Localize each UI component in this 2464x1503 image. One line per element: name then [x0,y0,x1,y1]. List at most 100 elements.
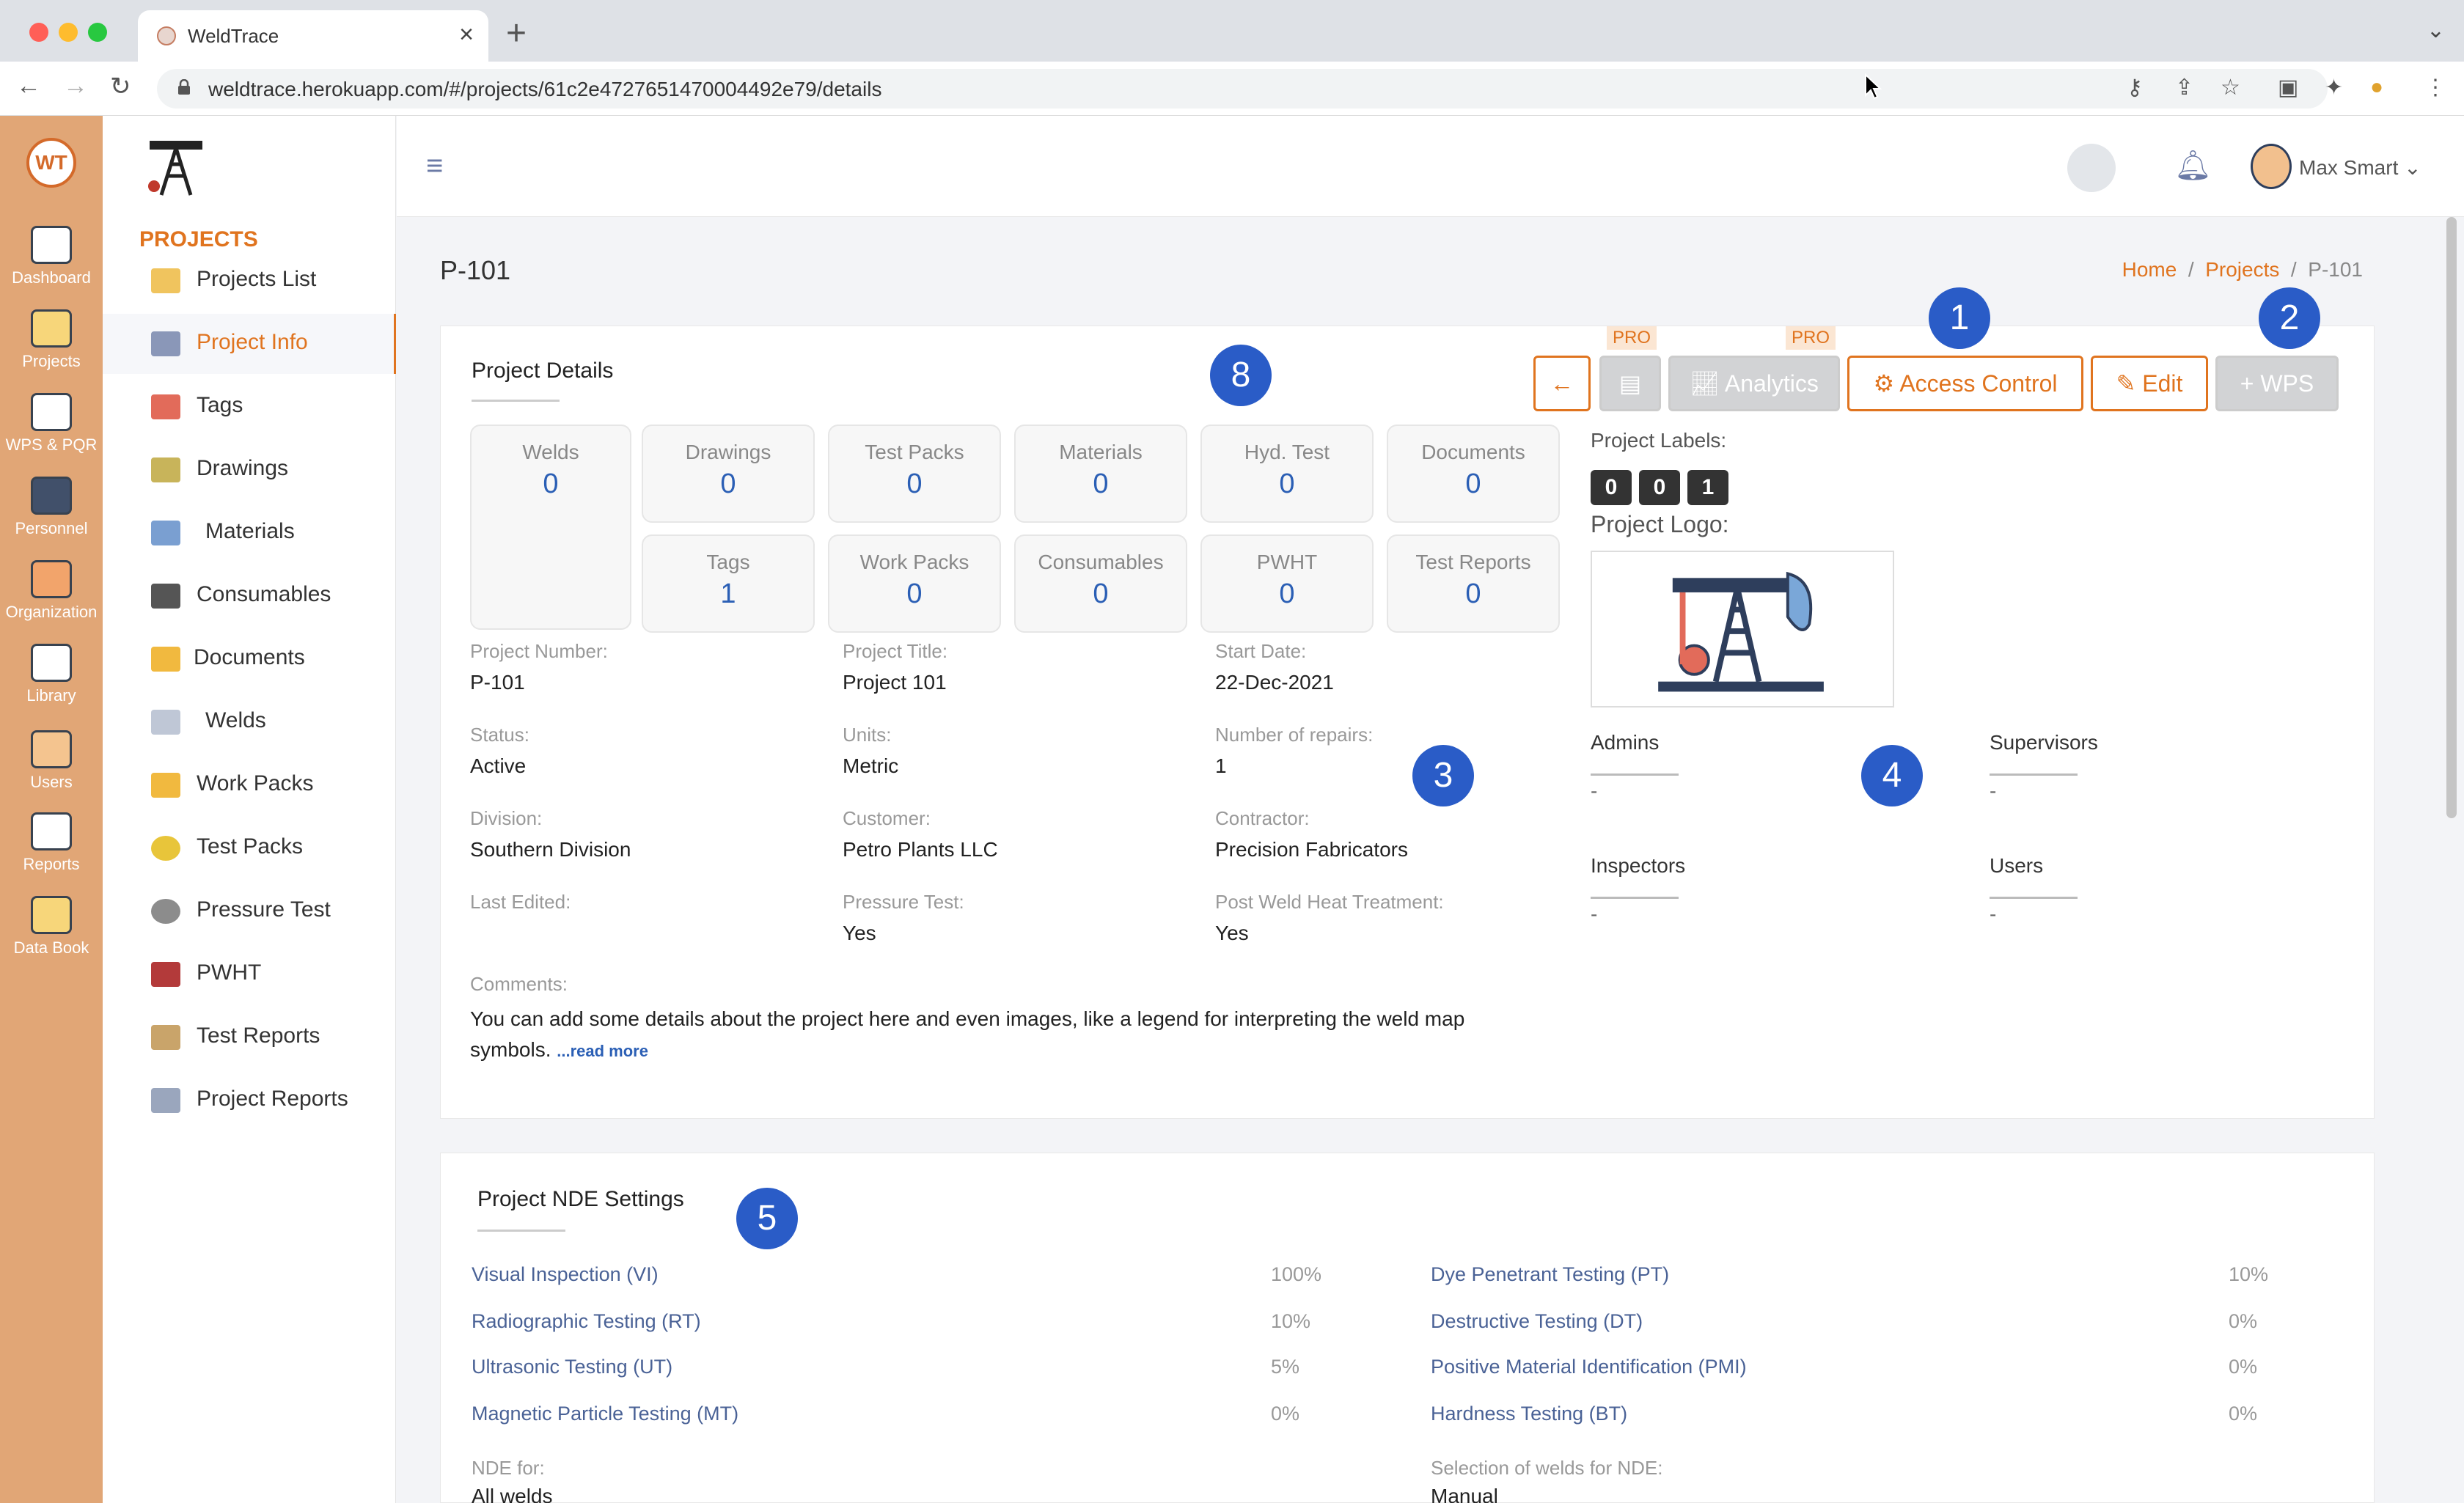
gantt-button[interactable]: ▤ [1599,356,1661,411]
project-label-chip[interactable]: 0 [1591,470,1632,505]
wps-button[interactable]: + WPS [2215,356,2339,411]
callout-badge: 8 [1210,345,1272,406]
rail-item-reports[interactable]: Reports [0,812,103,874]
close-window-button[interactable] [29,23,48,42]
puzzle-icon[interactable]: ✦ [2325,75,2343,100]
stat-label: Documents [1421,441,1525,463]
user-menu[interactable]: Max Smart ⌄ [2299,155,2421,180]
pumpjack-logo-icon [148,141,202,196]
breadcrumb-projects[interactable]: Projects [2205,258,2279,281]
users-title: Users [1990,854,2044,877]
sidebar-item-test-reports[interactable]: Test Reports [103,1007,396,1067]
rail-item-personnel[interactable]: Personnel [0,477,103,538]
analytics-button[interactable]: 📈︎ Analytics [1668,356,1840,411]
nde-for-value: All welds [472,1485,553,1503]
hamburger-menu-icon[interactable]: ≡ [426,150,443,183]
sidebar-item-label: PWHT [197,960,262,985]
forward-icon[interactable]: → [63,72,88,100]
gantt-icon: ▤ [1618,370,1642,397]
pro-badge: PRO [1607,326,1657,350]
stat-materials[interactable]: Materials 0 [1014,425,1187,523]
analytics-label: Analytics [1724,370,1819,397]
stat-tags[interactable]: Tags 1 [642,534,815,633]
profile-icon[interactable]: ● [2370,75,2383,100]
browser-tab[interactable]: WeldTrace × [138,10,488,62]
sidebar-item-materials[interactable]: Materials [103,503,396,563]
stat-value: 0 [1279,578,1295,609]
nde-percent: 10% [1271,1310,1311,1332]
browser-titlebar: WeldTrace × + ⌄ [0,0,2464,62]
key-icon[interactable]: ⚷ [2127,75,2143,100]
rail-item-library[interactable]: Library [0,644,103,705]
edit-icon: ✎ [2116,370,2136,397]
stat-documents[interactable]: Documents 0 [1387,425,1560,523]
stat-consumables[interactable]: Consumables 0 [1014,534,1187,633]
back-button[interactable]: ← [1533,356,1591,411]
sidebar-item-pwht[interactable]: PWHT [103,944,396,1004]
minimize-window-button[interactable] [59,23,78,42]
stat-pwht[interactable]: PWHT 0 [1200,534,1374,633]
back-icon[interactable]: ← [16,72,41,100]
sidebar-item-drawings[interactable]: Drawings [103,440,396,500]
avatar[interactable] [2251,144,2292,189]
workpack-icon [151,773,180,798]
address-bar[interactable]: weldtrace.herokuapp.com/#/projects/61c2e… [157,69,2328,109]
new-tab-button[interactable]: + [506,13,527,54]
rail-item-users[interactable]: Users [0,730,103,792]
sidebar-item-project-reports[interactable]: Project Reports [103,1070,396,1131]
rail-item-projects[interactable]: Projects [0,309,103,371]
reload-icon[interactable]: ↻ [110,72,131,101]
project-details-card: Project Details ← ▤ PRO 📈︎ Analytics PRO… [440,326,2375,1119]
sidebar-item-work-packs[interactable]: Work Packs [103,755,396,815]
nde-name: Visual Inspection (VI) [472,1263,659,1285]
stat-welds[interactable]: Welds 0 [470,425,631,630]
rail-item-wps[interactable]: WPS & PQR [0,393,103,455]
sidebar-item-projects-list[interactable]: Projects List [103,251,396,311]
nde-percent: 5% [1271,1356,1300,1378]
field-label: Status: [470,724,529,746]
sidebar-item-welds[interactable]: Welds [103,692,396,752]
inspectors-value: - [1591,903,1598,925]
sidebar-item-documents[interactable]: Documents [103,629,396,689]
menu-dots-icon[interactable]: ⋮ [2424,75,2446,100]
rail-item-dashboard[interactable]: Dashboard [0,226,103,287]
sidebar-item-pressure-test[interactable]: Pressure Test [103,881,396,941]
stat-label: Tags [706,551,750,573]
role-underline [1591,773,1679,776]
tab-search-icon[interactable]: ⌄ [2427,18,2445,43]
stat-drawings[interactable]: Drawings 0 [642,425,815,523]
extension-1-icon[interactable]: ▣ [2278,75,2298,100]
project-label-chip[interactable]: 1 [1687,470,1728,505]
sidebar-item-project-info[interactable]: Project Info [103,314,396,374]
weldtrace-logo[interactable]: WT [26,138,76,188]
admins-title: Admins [1591,731,1660,754]
access-control-button[interactable]: ⚙ Access Control [1847,356,2083,411]
stat-hyd-test[interactable]: Hyd. Test 0 [1200,425,1374,523]
edit-button[interactable]: ✎ Edit [2091,356,2208,411]
lock-icon [178,79,190,95]
stat-work-packs[interactable]: Work Packs 0 [828,534,1001,633]
rail-item-organization[interactable]: Organization [0,560,103,622]
sidebar-item-tags[interactable]: Tags [103,377,396,437]
rail-item-databook[interactable]: Data Book [0,896,103,958]
sidebar-item-test-packs[interactable]: Test Packs [103,818,396,878]
project-label-chip[interactable]: 0 [1639,470,1680,505]
field-label: Pressure Test: [843,891,964,913]
close-tab-icon[interactable]: × [459,21,474,49]
document-icon[interactable] [2067,144,2116,192]
read-more-link[interactable]: ...read more [557,1042,648,1060]
sidebar-item-consumables[interactable]: Consumables [103,566,396,626]
sidebar-item-label: Test Reports [197,1024,320,1048]
page-scrollbar[interactable] [2446,217,2457,818]
field-label: Project Number: [470,640,608,662]
share-icon[interactable]: ⇪ [2175,75,2193,100]
bookmark-star-icon[interactable]: ☆ [2221,75,2240,100]
maximize-window-button[interactable] [88,23,107,42]
pressure-test-value: Yes [843,922,876,944]
stat-test-reports[interactable]: Test Reports 0 [1387,534,1560,633]
breadcrumb-home[interactable]: Home [2122,258,2177,281]
bell-icon[interactable]: 🔔︎ [2174,148,2212,183]
stat-test-packs[interactable]: Test Packs 0 [828,425,1001,523]
gauge-icon [151,899,180,924]
tag-icon [151,394,180,419]
